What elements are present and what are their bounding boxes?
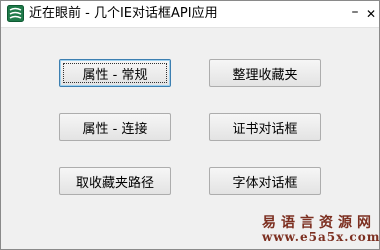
get-favorites-path-button[interactable]: 取收藏夹路径 (59, 167, 171, 195)
properties-general-button[interactable]: 属性 - 常规 (59, 59, 171, 87)
button-label: 字体对话框 (232, 175, 298, 191)
properties-connection-button[interactable]: 属性 - 连接 (59, 113, 171, 141)
certificate-dialog-button[interactable]: 证书对话框 (209, 113, 321, 141)
watermark-url: www.e5a5x.com (262, 230, 380, 244)
button-label: 属性 - 连接 (82, 121, 148, 137)
window-title: 近在眼前 - 几个IE对话框API应用 (29, 6, 218, 21)
button-label: 证书对话框 (232, 121, 298, 137)
organize-favorites-button[interactable]: 整理收藏夹 (209, 59, 321, 87)
app-logo-icon (7, 5, 24, 22)
focus-ring (63, 63, 167, 83)
button-label: 取收藏夹路径 (75, 175, 154, 191)
button-label: 整理收藏夹 (232, 67, 298, 83)
title-bar[interactable]: 近在眼前 - 几个IE对话框API应用 – ✕ (1, 1, 379, 28)
minimize-button[interactable]: – (347, 4, 363, 20)
watermark-site-name: 易语言资源网 (262, 215, 376, 231)
font-dialog-button[interactable]: 字体对话框 (209, 167, 321, 195)
close-button[interactable]: ✕ (363, 6, 379, 22)
